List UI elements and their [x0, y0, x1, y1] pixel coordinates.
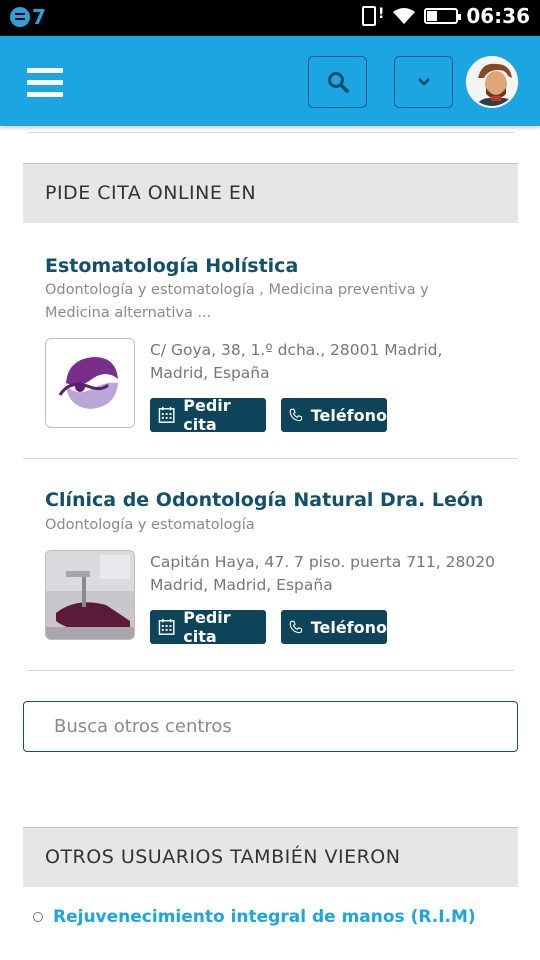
clinic-photo-image [46, 551, 134, 639]
notification-icon [10, 7, 30, 27]
calendar-icon [158, 618, 175, 635]
battery-icon [424, 8, 462, 24]
phone-button[interactable]: Teléfono [281, 610, 387, 644]
dropdown-button[interactable] [394, 56, 453, 108]
divider [27, 670, 514, 671]
sim-alert-icon [362, 6, 384, 26]
phone-icon [289, 408, 303, 422]
chevron-down-icon [417, 78, 430, 86]
clinic-card: Estomatología Holística Odontología y es… [23, 223, 518, 460]
notification-area: 7 [10, 6, 46, 28]
book-appointment-button[interactable]: Pedir cita [150, 608, 266, 646]
clinic-logo-image [46, 339, 134, 427]
book-appointment-label: Pedir cita [183, 608, 231, 646]
search-button[interactable] [308, 56, 367, 108]
hamburger-menu-icon[interactable] [27, 68, 63, 98]
clinic-address: Capitán Haya, 47. 7 piso. puerta 711, 28… [150, 553, 495, 594]
section-title: OTROS USUARIOS TAMBIÉN VIERON [45, 846, 401, 868]
status-icons: 06:36 [362, 4, 530, 28]
section-title: PIDE CITA ONLINE EN [45, 182, 257, 204]
notification-count: 7 [32, 5, 46, 29]
book-section-header: PIDE CITA ONLINE EN [23, 163, 518, 223]
search-other-centers-input[interactable]: Busca otros centros [23, 701, 518, 752]
divider [27, 132, 514, 133]
phone-icon [289, 620, 303, 634]
clinic-category: Odontología y estomatología , Medicina p… [45, 282, 429, 321]
bullet-icon [33, 912, 43, 922]
phone-button[interactable]: Teléfono [281, 398, 387, 432]
clock: 06:36 [466, 4, 530, 28]
clinic-card: Clínica de Odontología Natural Dra. León… [23, 459, 518, 671]
clinic-photo[interactable] [45, 550, 135, 640]
clinic-category: Odontología y estomatología [45, 517, 255, 533]
avatar[interactable] [466, 56, 518, 108]
search-other-placeholder: Busca otros centros [54, 716, 232, 737]
clinic-address: C/ Goya, 38, 1.º dcha., 28001 Madrid, Ma… [150, 341, 443, 382]
related-section-header: OTROS USUARIOS TAMBIÉN VIERON [23, 827, 518, 887]
book-appointment-button[interactable]: Pedir cita [150, 396, 266, 434]
calendar-icon [158, 406, 175, 423]
status-bar: 7 06:36 [0, 0, 540, 36]
avatar-image [468, 58, 516, 106]
related-link[interactable]: Rejuvenecimiento integral de manos (R.I.… [53, 907, 476, 927]
clinic-logo[interactable] [45, 338, 135, 428]
phone-label: Teléfono [310, 405, 387, 425]
phone-label: Teléfono [310, 617, 387, 637]
wifi-icon [393, 8, 416, 24]
app-bar [0, 36, 540, 126]
search-icon [327, 72, 349, 93]
clinic-name[interactable]: Estomatología Holística [45, 255, 298, 277]
clinic-name[interactable]: Clínica de Odontología Natural Dra. León [45, 489, 483, 511]
related-list-item[interactable]: Rejuvenecimiento integral de manos (R.I.… [33, 907, 476, 927]
book-appointment-label: Pedir cita [183, 396, 231, 434]
